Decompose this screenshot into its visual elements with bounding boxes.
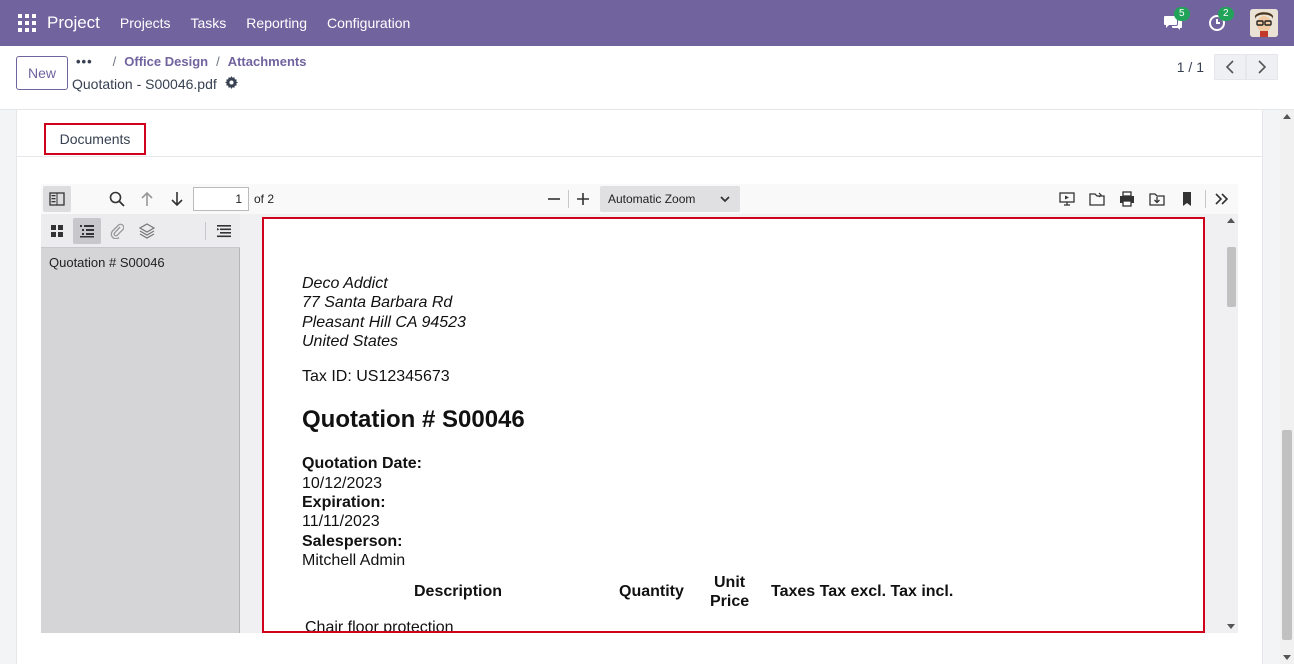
- salesperson-value: Mitchell Admin: [302, 552, 406, 569]
- pdf-viewer: 1 of 2 Automatic Zoom Quotation # S00046…: [41, 184, 1238, 633]
- minus-icon: [548, 198, 560, 200]
- grid-icon: [51, 225, 63, 237]
- list-icon: [80, 225, 94, 238]
- user-avatar[interactable]: [1250, 9, 1278, 37]
- thumbnails-view-button[interactable]: [43, 218, 71, 244]
- page-count: of 2: [254, 192, 275, 206]
- messages-badge: 5: [1174, 7, 1190, 21]
- pager-value[interactable]: 1 / 1: [1177, 59, 1204, 75]
- record-title-text: Quotation - S00046.pdf: [72, 76, 217, 92]
- app-brand[interactable]: Project: [47, 13, 100, 33]
- toggle-sidebar-button[interactable]: [43, 186, 71, 212]
- layers-view-button[interactable]: [133, 218, 161, 244]
- presentation-mode-button[interactable]: [1053, 186, 1081, 212]
- table-row-description: Chair floor protection: [305, 619, 454, 633]
- download-icon: [1149, 193, 1165, 206]
- chevron-down-icon: [720, 196, 730, 203]
- zoom-out-button[interactable]: [540, 186, 568, 212]
- breadcrumb-office-design[interactable]: Office Design: [124, 54, 208, 69]
- printer-icon: [1120, 191, 1134, 207]
- bookmark-icon: [1183, 192, 1191, 206]
- column-header-unit: Unit: [714, 574, 746, 591]
- pdf-document-area: Deco Addict 77 Santa Barbara Rd Pleasant…: [241, 214, 1238, 633]
- zoom-in-button[interactable]: [569, 186, 597, 212]
- pdf-sidebar: Quotation # S00046: [41, 214, 240, 633]
- record-title: Quotation - S00046.pdf: [72, 76, 238, 92]
- address-line: United States: [302, 333, 399, 350]
- breadcrumb: ••• / Office Design / Attachments: [76, 54, 306, 69]
- messages-button[interactable]: 5: [1162, 7, 1190, 34]
- salesperson-label: Salesperson:: [302, 533, 403, 550]
- quotation-date-label: Quotation Date:: [302, 455, 422, 472]
- gear-icon[interactable]: [224, 76, 238, 92]
- address-line: 77 Santa Barbara Rd: [302, 294, 453, 311]
- activities-button[interactable]: 2: [1206, 7, 1234, 34]
- previous-page-button[interactable]: [133, 186, 161, 212]
- attachments-view-button[interactable]: [103, 218, 131, 244]
- pager: 1 / 1: [1177, 54, 1278, 80]
- column-header-taxes: Taxes Tax excl. Tax incl.: [771, 583, 954, 600]
- pager-previous-button[interactable]: [1214, 54, 1246, 80]
- tab-documents[interactable]: Documents: [44, 123, 146, 155]
- address-line: Deco Addict: [302, 275, 388, 292]
- quotation-title: Quotation # S00046: [302, 406, 525, 433]
- pdf-scrollbar[interactable]: [1226, 214, 1236, 633]
- print-button[interactable]: [1113, 186, 1141, 212]
- avatar-icon: [1250, 9, 1278, 37]
- search-icon: [109, 191, 125, 207]
- open-file-icon: [1089, 192, 1105, 206]
- chevron-right-icon: [1258, 60, 1267, 74]
- address-line: Pleasant Hill CA 94523: [302, 314, 466, 331]
- menu-configuration[interactable]: Configuration: [317, 15, 420, 31]
- new-button[interactable]: New: [16, 56, 68, 90]
- column-header-description: Description: [414, 583, 503, 600]
- paperclip-icon: [110, 223, 124, 239]
- top-navbar: Project Projects Tasks Reporting Configu…: [0, 0, 1294, 46]
- breadcrumb-separator: /: [216, 54, 220, 69]
- sidebar-toggle-icon: [49, 192, 65, 206]
- pdf-toolbar: 1 of 2 Automatic Zoom: [41, 184, 1238, 214]
- control-panel: New ••• / Office Design / Attachments Qu…: [0, 46, 1294, 110]
- current-outline-item-button[interactable]: [210, 218, 238, 244]
- outline-view-button[interactable]: [73, 218, 101, 244]
- bookmark-button[interactable]: [1173, 186, 1201, 212]
- sidebar-toolbar: [41, 214, 240, 248]
- download-button[interactable]: [1143, 186, 1171, 212]
- expiration-value: 11/11/2023: [302, 513, 380, 530]
- expiration-label: Expiration:: [302, 494, 386, 511]
- page-scrollbar[interactable]: [1280, 110, 1294, 664]
- zoom-select[interactable]: Automatic Zoom: [600, 186, 740, 212]
- find-button[interactable]: [103, 186, 131, 212]
- menu-reporting[interactable]: Reporting: [236, 15, 317, 31]
- tools-button[interactable]: [1208, 186, 1236, 212]
- menu-tasks[interactable]: Tasks: [181, 15, 237, 31]
- outline-item[interactable]: Quotation # S00046: [49, 255, 165, 270]
- breadcrumb-attachments[interactable]: Attachments: [228, 54, 307, 69]
- activities-badge: 2: [1218, 7, 1234, 21]
- layers-icon: [139, 223, 155, 239]
- column-header-quantity: Quantity: [619, 583, 684, 600]
- quotation-date-value: 10/12/2023: [302, 475, 383, 492]
- notebook-tabs: Documents: [17, 110, 1262, 157]
- pager-next-button[interactable]: [1246, 54, 1278, 80]
- next-page-button[interactable]: [163, 186, 191, 212]
- column-header-price: Price: [710, 593, 750, 610]
- tax-id: Tax ID: US12345673: [302, 368, 450, 385]
- breadcrumb-more-button[interactable]: •••: [76, 54, 93, 69]
- arrow-up-icon: [141, 191, 153, 206]
- presentation-icon: [1059, 192, 1075, 206]
- breadcrumb-separator: /: [112, 54, 117, 69]
- apps-menu-icon[interactable]: [18, 14, 36, 32]
- pdf-page: Deco Addict 77 Santa Barbara Rd Pleasant…: [262, 217, 1205, 633]
- page-number-input[interactable]: 1: [193, 187, 249, 211]
- menu-projects[interactable]: Projects: [110, 15, 181, 31]
- plus-icon: [577, 193, 589, 205]
- double-chevron-right-icon: [1215, 193, 1229, 205]
- arrow-down-icon: [171, 192, 183, 207]
- outline-locate-icon: [217, 225, 231, 238]
- chevron-left-icon: [1225, 60, 1234, 74]
- open-file-button[interactable]: [1083, 186, 1111, 212]
- zoom-select-value: Automatic Zoom: [608, 192, 696, 206]
